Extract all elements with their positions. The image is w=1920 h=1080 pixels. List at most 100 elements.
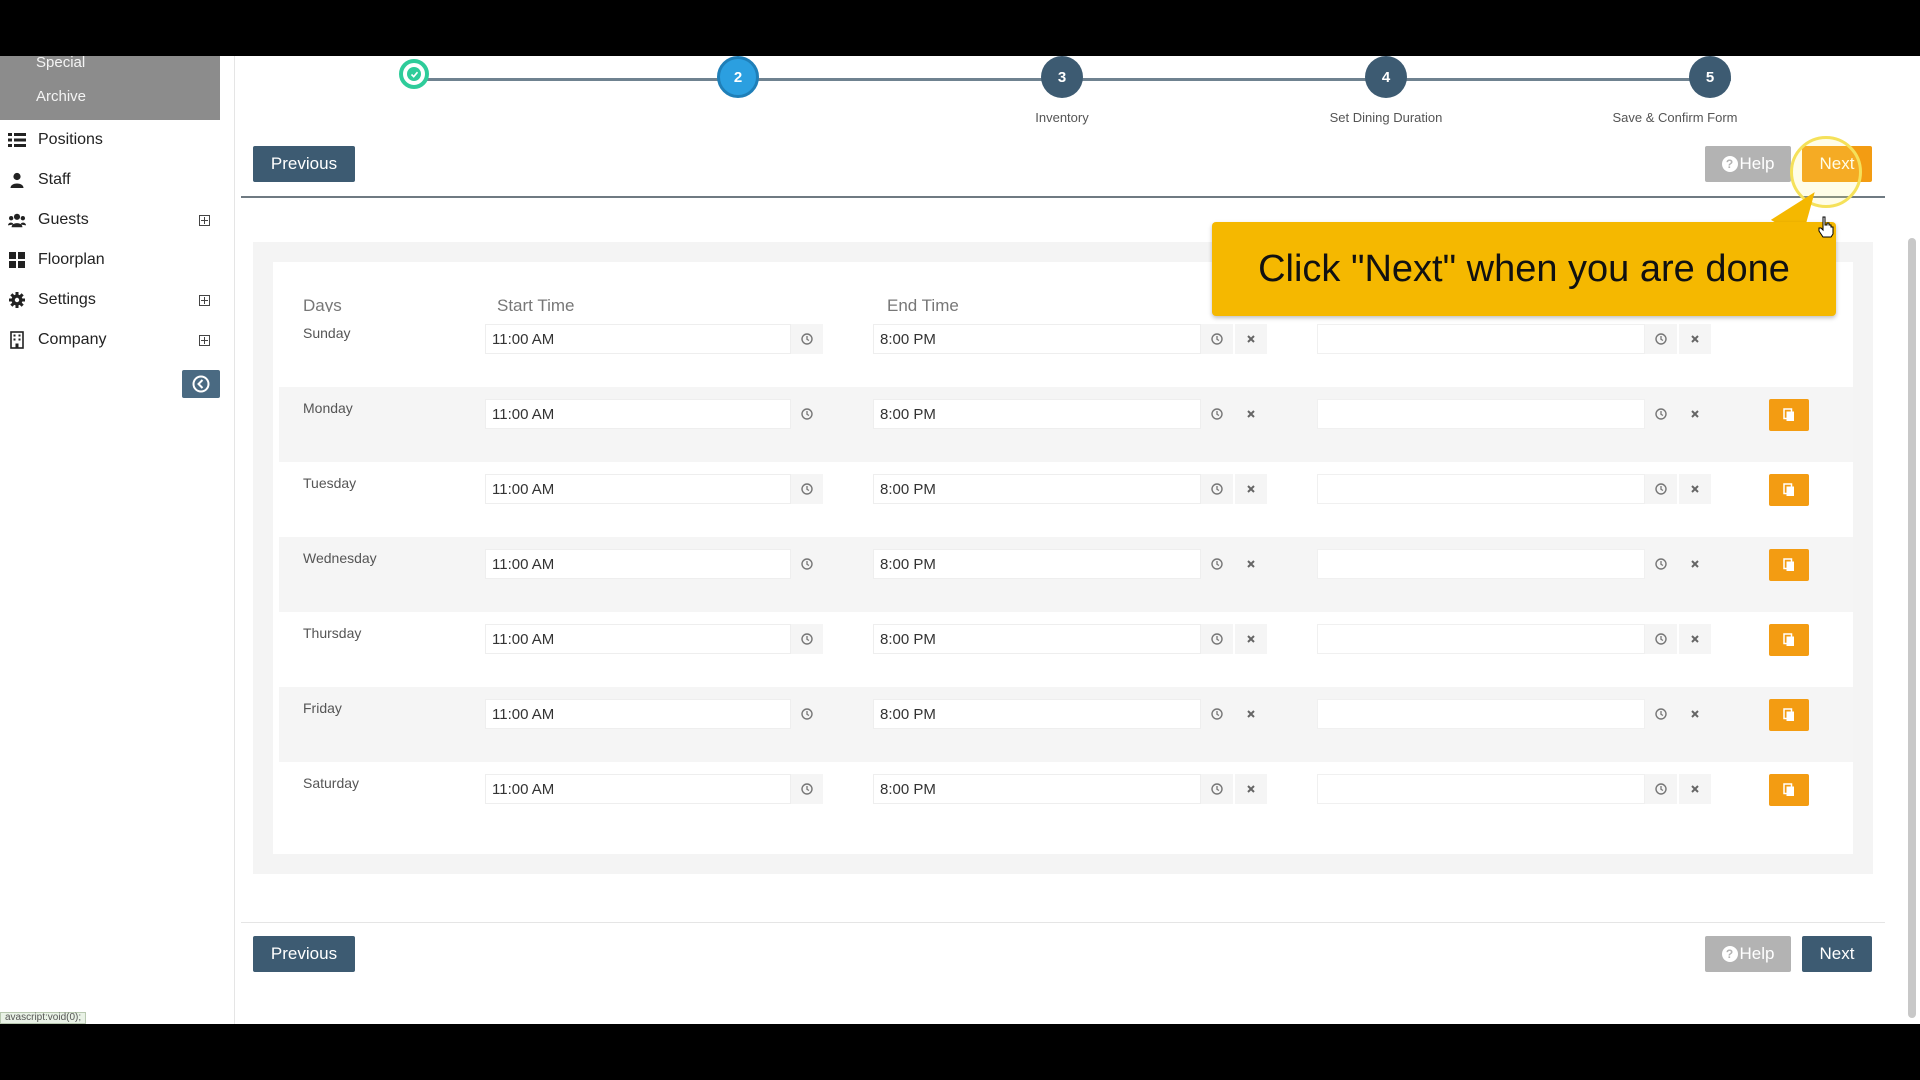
end-time-input[interactable]: 8:00 PM <box>873 399 1201 429</box>
clear-icon[interactable] <box>1235 774 1267 804</box>
clear-icon[interactable] <box>1235 699 1267 729</box>
extra-time-input[interactable] <box>1317 549 1645 579</box>
step-3[interactable]: 3 <box>1041 56 1083 98</box>
clock-icon[interactable] <box>1645 774 1677 804</box>
step-3-label: Inventory <box>1035 110 1089 125</box>
clock-icon[interactable] <box>1201 624 1233 654</box>
copy-row-button[interactable] <box>1769 549 1809 581</box>
clock-icon[interactable] <box>791 399 823 429</box>
clear-icon[interactable] <box>1679 474 1711 504</box>
table-row: Saturday 11:00 AM 8:00 PM <box>279 762 1853 837</box>
clear-icon[interactable] <box>1679 324 1711 354</box>
start-time-input[interactable]: 11:00 AM <box>485 399 791 429</box>
previous-button-bottom[interactable]: Previous <box>253 936 355 972</box>
clock-icon[interactable] <box>791 699 823 729</box>
clock-icon[interactable] <box>1201 324 1233 354</box>
end-time-input[interactable]: 8:00 PM <box>873 774 1201 804</box>
start-time-input[interactable]: 11:00 AM <box>485 324 791 354</box>
clock-icon[interactable] <box>791 324 823 354</box>
next-button-bottom[interactable]: Next <box>1802 936 1872 972</box>
step-1-done[interactable] <box>399 59 429 89</box>
sidebar-item-settings[interactable]: Settings <box>0 282 220 318</box>
scrollbar[interactable] <box>1908 238 1916 1018</box>
end-time-input[interactable]: 8:00 PM <box>873 549 1201 579</box>
copy-row-button[interactable] <box>1769 774 1809 806</box>
submenu-item-archive[interactable]: Archive <box>36 88 86 105</box>
extra-time-input[interactable] <box>1317 774 1645 804</box>
sidebar-item-floorplan[interactable]: Floorplan <box>0 242 220 278</box>
clock-icon[interactable] <box>791 624 823 654</box>
clock-icon[interactable] <box>791 549 823 579</box>
copy-row-button[interactable] <box>1769 624 1809 656</box>
extra-time-input[interactable] <box>1317 699 1645 729</box>
step-5[interactable]: 5 <box>1689 56 1731 98</box>
clock-icon[interactable] <box>1645 324 1677 354</box>
copy-row-button[interactable] <box>1769 474 1809 506</box>
sidebar-item-company[interactable]: Company <box>0 322 220 358</box>
step-4[interactable]: 4 <box>1365 56 1407 98</box>
clock-icon[interactable] <box>1645 624 1677 654</box>
help-button-bottom[interactable]: ? Help <box>1705 936 1791 972</box>
help-button-top[interactable]: ? Help <box>1705 146 1791 182</box>
table-row: Tuesday 11:00 AM 8:00 PM <box>279 462 1853 537</box>
expand-icon[interactable] <box>199 294 210 306</box>
submenu-item-special[interactable]: Special <box>36 56 85 71</box>
clock-icon[interactable] <box>1201 474 1233 504</box>
clear-icon[interactable] <box>1235 549 1267 579</box>
clear-icon[interactable] <box>1235 624 1267 654</box>
clock-icon[interactable] <box>791 474 823 504</box>
clock-icon[interactable] <box>1201 399 1233 429</box>
sidebar-item-label: Settings <box>38 291 96 308</box>
table-row: Friday 11:00 AM 8:00 PM <box>279 687 1853 762</box>
start-time-input[interactable]: 11:00 AM <box>485 624 791 654</box>
sidebar-item-positions[interactable]: Positions <box>0 122 220 158</box>
expand-icon[interactable] <box>199 214 210 226</box>
end-time-input[interactable]: 8:00 PM <box>873 624 1201 654</box>
clear-icon[interactable] <box>1235 399 1267 429</box>
start-time-input[interactable]: 11:00 AM <box>485 474 791 504</box>
clock-icon[interactable] <box>1645 699 1677 729</box>
copy-row-button[interactable] <box>1769 699 1809 731</box>
question-icon: ? <box>1721 946 1738 962</box>
copy-icon <box>1783 633 1795 647</box>
clear-icon[interactable] <box>1679 399 1711 429</box>
clock-icon[interactable] <box>1201 549 1233 579</box>
clock-icon[interactable] <box>1201 774 1233 804</box>
end-time-input[interactable]: 8:00 PM <box>873 699 1201 729</box>
sidebar-item-guests[interactable]: Guests <box>0 202 220 238</box>
video-letterbox-bottom <box>0 1024 1920 1080</box>
extra-time-input[interactable] <box>1317 324 1645 354</box>
start-time-input[interactable]: 11:00 AM <box>485 774 791 804</box>
clock-icon[interactable] <box>1645 549 1677 579</box>
check-icon <box>407 67 421 81</box>
extra-time-input[interactable] <box>1317 624 1645 654</box>
sidebar-collapse-button[interactable] <box>182 370 220 398</box>
help-label: Help <box>1739 944 1775 963</box>
clear-icon[interactable] <box>1679 699 1711 729</box>
clear-icon[interactable] <box>1679 774 1711 804</box>
sidebar-item-staff[interactable]: Staff <box>0 162 220 198</box>
clear-icon[interactable] <box>1235 474 1267 504</box>
end-time-input[interactable]: 8:00 PM <box>873 474 1201 504</box>
app-window: Special Archive Positions Staff Guests F… <box>0 56 1920 1024</box>
day-label: Thursday <box>303 625 362 641</box>
expand-icon[interactable] <box>199 334 210 346</box>
clock-icon[interactable] <box>1645 399 1677 429</box>
clock-icon[interactable] <box>791 774 823 804</box>
step-2-active[interactable]: 2 <box>717 56 759 98</box>
copy-row-button[interactable] <box>1769 399 1809 431</box>
start-time-input[interactable]: 11:00 AM <box>485 699 791 729</box>
clear-icon[interactable] <box>1679 624 1711 654</box>
extra-time-input[interactable] <box>1317 399 1645 429</box>
clock-icon[interactable] <box>1201 699 1233 729</box>
clear-icon[interactable] <box>1235 324 1267 354</box>
start-time-input[interactable]: 11:00 AM <box>485 549 791 579</box>
extra-time-input[interactable] <box>1317 474 1645 504</box>
end-time-input[interactable]: 8:00 PM <box>873 324 1201 354</box>
clear-icon[interactable] <box>1679 549 1711 579</box>
previous-button-top[interactable]: Previous <box>253 146 355 182</box>
clock-icon[interactable] <box>1645 474 1677 504</box>
day-label: Monday <box>303 400 353 416</box>
table-row: Wednesday 11:00 AM 8:00 PM <box>279 537 1853 612</box>
step-number: 5 <box>1705 68 1715 86</box>
